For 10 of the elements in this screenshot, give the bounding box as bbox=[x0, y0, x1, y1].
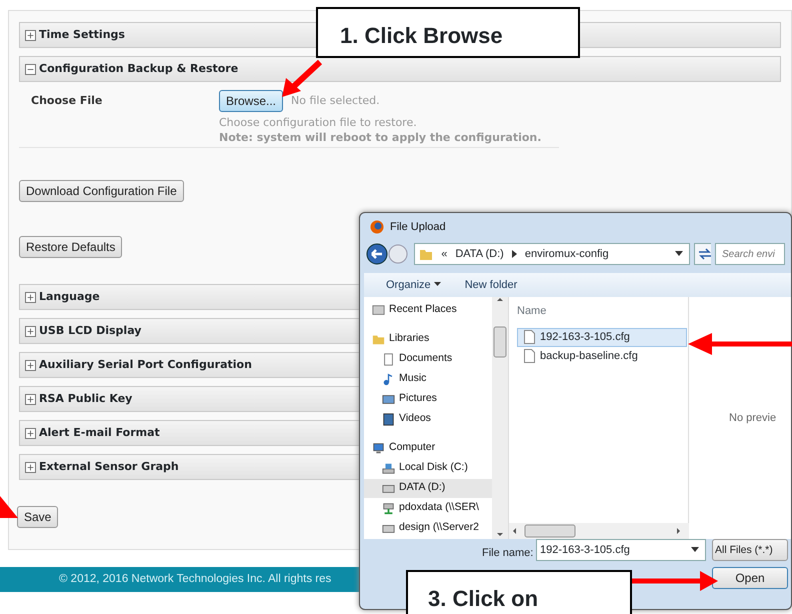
preview-text: No previe bbox=[729, 410, 776, 426]
step-tooltip: 1. Click Browse bbox=[316, 7, 580, 58]
file-name-label: File name: bbox=[482, 546, 534, 561]
dialog-title: File Upload bbox=[390, 220, 446, 235]
field-label: Choose File bbox=[30, 93, 104, 109]
file-status-text: No file selected. bbox=[291, 92, 380, 109]
note-text: Note: system will reboot to apply the configuration. bbox=[219, 130, 542, 146]
step-tooltip: 3. Click on bbox=[406, 570, 632, 614]
hint-text: Choose configuration file to restore. bbox=[219, 116, 418, 130]
copyright-text: © 2012, 2016 Network Technologies Inc. All rights res bbox=[59, 572, 332, 587]
